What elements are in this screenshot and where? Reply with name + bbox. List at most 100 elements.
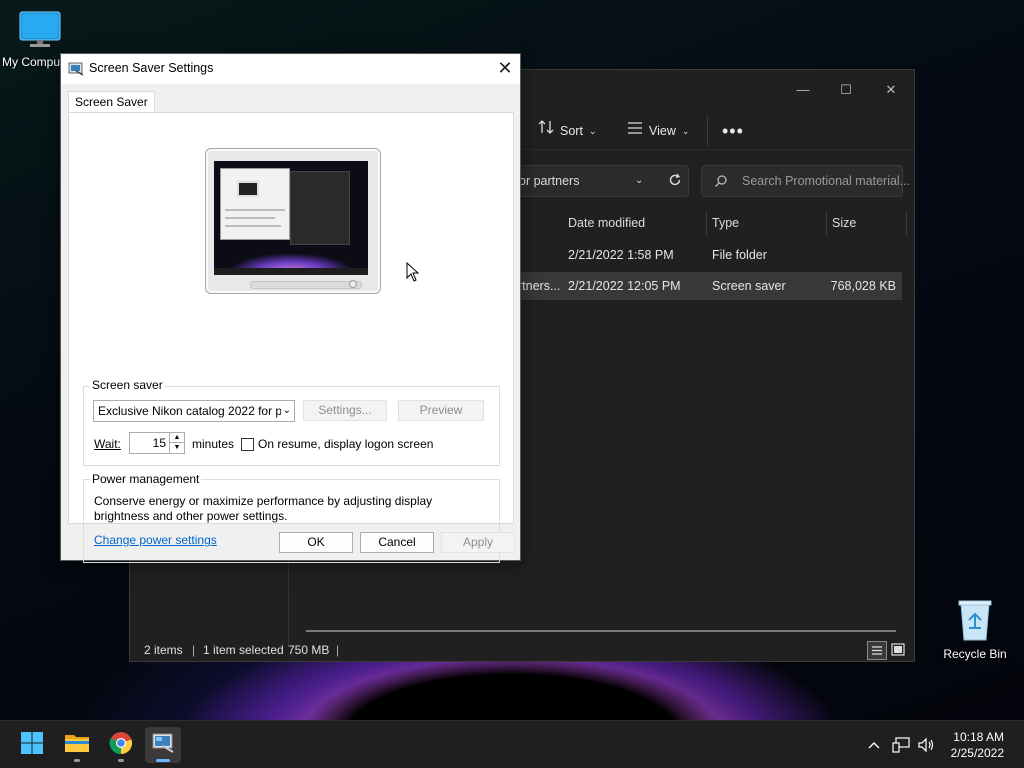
resume-checkbox[interactable] [241,438,254,451]
row-type: Screen saver [712,279,786,293]
screen-saver-icon [151,731,175,760]
screen-saver-icon [68,61,84,80]
power-led-icon [349,280,357,288]
column-header-type[interactable]: Type [712,210,739,236]
toolbar-separator [707,116,708,146]
view-button[interactable]: View ⌄ [627,118,689,144]
address-text: or partners [519,174,580,188]
chevron-down-icon[interactable]: ⌄ [635,166,643,196]
horizontal-scrollbar[interactable] [306,630,896,632]
apply-button[interactable]: Apply [441,532,515,553]
clock-time: 10:18 AM [953,730,1004,744]
running-indicator [74,759,80,762]
view-label: View [649,124,676,138]
wait-value[interactable]: 15 [153,436,166,450]
preview-taskbar [214,268,368,275]
column-divider [826,211,827,235]
resume-label[interactable]: On resume, display logon screen [258,437,433,451]
tiles-view-icon[interactable] [890,642,906,661]
recycle-bin-icon [955,600,995,645]
start-button[interactable] [14,727,50,763]
wait-label-text: Wait: [94,437,121,451]
desktop-icon-label: My Computer [2,55,60,69]
settings-button[interactable]: Settings... [303,400,387,421]
column-divider [906,211,907,235]
more-icon: ••• [722,121,744,141]
search-icon [714,166,728,199]
screen-saver-group-label: Screen saver [90,378,165,392]
chevron-up-icon[interactable] [864,735,884,755]
sort-icon [538,118,554,144]
wait-label: Wait: [94,437,121,451]
sort-label: Sort [560,124,583,138]
preview-window-light [220,168,290,240]
wait-spinner[interactable]: 15 ▲ ▼ [129,432,185,454]
mouse-cursor-icon [406,261,420,287]
desktop-icon-recycle-bin[interactable]: Recycle Bin [940,598,1010,661]
active-indicator [156,759,170,762]
taskbar-chrome[interactable] [103,727,139,763]
volume-icon[interactable] [916,735,936,755]
preview-button[interactable]: Preview [398,400,484,421]
change-power-settings-link[interactable]: Change power settings [94,533,217,547]
taskbar-clock[interactable]: 10:18 AM 2/25/2022 [951,729,1004,761]
refresh-button[interactable] [660,165,689,197]
ok-button[interactable]: OK [279,532,353,553]
monitor-preview [205,148,381,294]
tab-screen-saver[interactable]: Screen Saver [68,91,155,113]
preview-screen [214,161,368,275]
row-type: File folder [712,248,767,262]
dialog-title-bar: Screen Saver Settings ✕ [61,54,520,84]
tab-panel: Screen saver Exclusive Nikon catalog 202… [68,112,514,563]
row-size: 768,028 KB [830,279,896,293]
more-options-button[interactable]: ••• [722,118,744,144]
close-button[interactable]: ✕ [868,76,914,104]
sort-button[interactable]: Sort ⌄ [538,118,596,144]
details-view-icon[interactable] [867,641,887,660]
taskbar-screen-saver-settings[interactable] [145,727,181,763]
monitor-bezel-bar [250,281,362,289]
taskbar-file-explorer[interactable] [59,727,95,763]
screen-saver-group [83,386,500,466]
cancel-button[interactable]: Cancel [360,532,434,553]
network-icon[interactable] [891,735,911,755]
chevron-down-icon: ⌄ [681,126,690,136]
status-item-count: 2 items [144,643,183,657]
preview-window-dark [290,171,350,245]
column-header-date-modified[interactable]: Date modified [568,210,645,236]
chevron-down-icon: ⌄ [588,126,597,136]
screen-saver-select[interactable]: Exclusive Nikon catalog 2022 for p ⌄ [93,400,295,422]
chevron-down-icon: ⌄ [280,401,291,421]
power-description: Conserve energy or maximize performance … [94,494,433,523]
status-selected: 1 item selected [203,643,284,657]
dialog-title: Screen Saver Settings [89,61,214,75]
search-placeholder: Search Promotional material... [742,174,911,188]
screen-saver-select-value: Exclusive Nikon catalog 2022 for p [98,404,283,418]
power-management-group-label: Power management [90,472,202,486]
desktop: My Computer Recycle Bin — ☐ ✕ Sort ⌄ [0,0,1024,720]
row-date: 2/21/2022 1:58 PM [568,248,674,262]
screen-saver-settings-dialog: Screen Saver Settings ✕ Screen Saver Scr… [60,53,521,563]
column-divider [706,211,707,235]
close-button[interactable]: ✕ [490,54,520,84]
view-icon [627,118,643,144]
maximize-button[interactable]: ☐ [823,76,869,104]
refresh-icon [668,173,682,190]
chrome-icon [109,731,133,760]
search-box[interactable]: Search Promotional material... [701,165,910,199]
spinner-down-icon[interactable]: ▼ [169,443,184,453]
taskbar: 10:18 AM 2/25/2022 [0,720,1024,768]
minutes-label: minutes [192,437,235,451]
running-indicator [118,759,124,762]
minimize-button[interactable]: — [780,76,826,104]
folder-icon [64,732,90,759]
desktop-icon-label: Recycle Bin [943,647,1007,661]
status-separator: | [192,643,196,657]
status-size: 750 MB [288,643,330,657]
row-name: rtners... [518,279,561,293]
status-bar: 2 items | 1 item selected 750 MB | [130,640,914,662]
clock-date: 2/25/2022 [950,746,1004,760]
monitor-icon [18,11,62,53]
column-header-size[interactable]: Size [832,210,856,236]
spinner-up-icon[interactable]: ▲ [169,433,184,443]
